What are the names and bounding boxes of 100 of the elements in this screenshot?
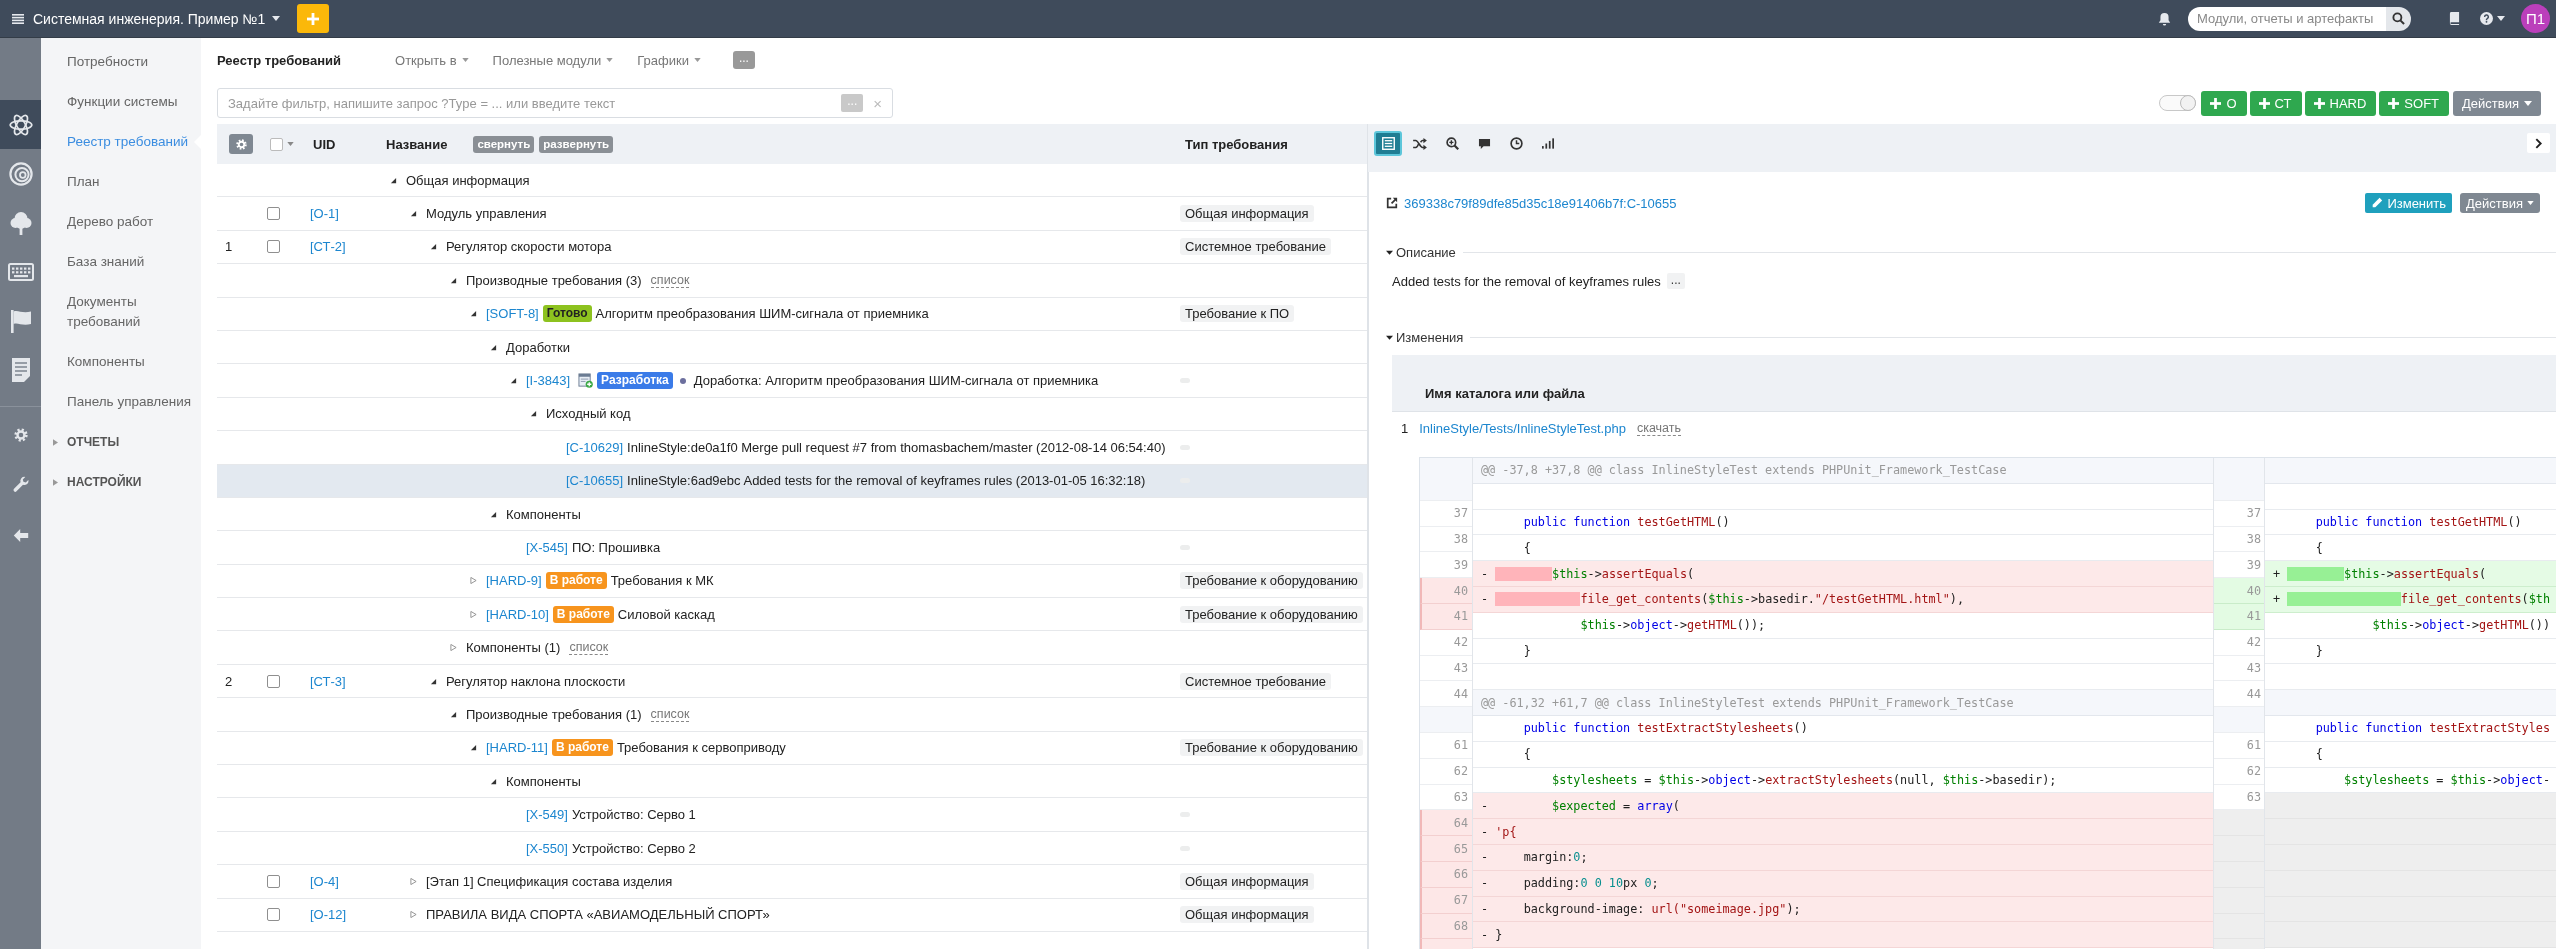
item-link[interactable]: [I-3843] [526,373,571,389]
tree-toggle-icon[interactable] [470,310,477,318]
table-row[interactable]: Производные требования (1) список [217,698,1367,732]
expand-all-button[interactable]: развернуть [539,135,614,153]
row-checkbox[interactable] [267,240,280,254]
table-row[interactable]: Производные требования (3) список [217,264,1367,298]
item-link[interactable]: [C-10655] [566,473,624,489]
table-row[interactable]: Исходный код [217,397,1367,432]
disclosure-triangle-icon[interactable] [53,438,58,446]
edit-button[interactable]: Изменить [2365,193,2453,213]
table-row[interactable]: [HARD-9] В работе Требования к МК Требование к оборудованию [217,564,1367,599]
download-link[interactable]: скачать [1636,421,1681,436]
commit-link[interactable]: 369338c79f89dfe85d35c18e91406b7f:C-10655 [1404,195,1677,211]
table-row[interactable]: [C-10655] InlineStyle:6ad9ebc Added tests for the removal of keyframes rules (2013-01-05 16:32:18) [217,464,1367,498]
help-icon[interactable] [2480,12,2493,25]
more-button[interactable]: ... [1666,273,1685,289]
dropdown-menu[interactable]: Графики [637,52,701,68]
tree-toggle-icon[interactable] [530,410,537,418]
item-link[interactable]: [SOFT-8] [486,306,539,322]
table-row[interactable]: Доработки [217,330,1367,365]
table-row[interactable]: [C-10629] InlineStyle:de0a1f0 Merge pull request #7 from thomasbachem/master (2012-08-14 06:54:40) [217,431,1367,465]
table-row[interactable]: Компоненты (1) список [217,631,1367,665]
tree-toggle-icon[interactable] [450,276,457,284]
list-link[interactable]: список [650,706,690,722]
table-row[interactable]: [HARD-10] В работе Силовой каскад Требование к оборудованию [217,598,1367,632]
item-link[interactable]: [X-550] [526,840,568,856]
next-button[interactable] [2527,133,2550,153]
menu-group[interactable]: ОТЧЕТЫ [67,435,120,449]
table-row[interactable]: [О-4] [Этап 1] Спецификация состава изделия Общая информация [217,865,1367,899]
item-link[interactable]: [HARD-10] [486,606,549,622]
disclosure-triangle-icon[interactable] [53,478,58,486]
menu-item[interactable]: Потребности [41,42,201,82]
table-row[interactable]: [О-1] Модуль управления Общая информация [217,197,1367,231]
uid-link[interactable]: [СТ-3] [310,673,346,689]
tree-toggle-icon[interactable] [490,343,497,351]
tree-toggle-icon[interactable] [410,911,417,919]
table-settings-button[interactable] [229,134,253,154]
tree-toggle-icon[interactable] [470,744,477,752]
toggle-switch[interactable] [2159,95,2197,111]
section-caret-icon[interactable] [1386,333,1393,341]
actions-button[interactable]: Действия [2460,193,2540,213]
collapse-all-button[interactable]: свернуть [473,135,535,153]
uid-link[interactable]: [О-12] [310,907,347,923]
table-row[interactable]: [X-545] ПО: Прошивка [217,531,1367,565]
tree-toggle-icon[interactable] [470,577,477,585]
section-title[interactable]: Изменения [1396,329,1464,345]
section-caret-icon[interactable] [1386,248,1393,256]
tree-toggle-icon[interactable] [450,644,457,652]
dropdown-menu[interactable]: Открыть в [395,52,469,68]
add-button[interactable] [297,4,330,33]
menu-item[interactable]: Документы требований [41,282,201,342]
create-button[interactable]: О [2201,90,2247,116]
table-row[interactable]: [X-549] Устройство: Серво 1 [217,798,1367,832]
uid-link[interactable]: [О-4] [310,873,339,889]
table-row[interactable]: Компоненты [217,765,1367,799]
more-button[interactable]: ... [732,51,755,69]
tree-toggle-icon[interactable] [390,176,397,184]
row-checkbox[interactable] [267,874,280,888]
list-link[interactable]: список [569,640,609,656]
table-row[interactable]: [X-550] Устройство: Серво 2 [217,831,1367,866]
uid-link[interactable]: [СТ-2] [310,239,346,255]
search-button[interactable] [2386,6,2411,31]
caret-icon[interactable] [2497,16,2505,21]
create-button[interactable]: СТ [2249,90,2302,116]
table-row[interactable]: 2 [СТ-3] Регулятор наклона плоскости Системное требование [217,664,1367,699]
external-link-icon[interactable] [1386,197,1398,209]
table-row[interactable]: [HARD-11] В работе Требования к сервоприводу Требование к оборудованию [217,731,1367,766]
row-checkbox[interactable] [267,908,280,922]
module-button[interactable] [0,100,41,149]
tree-toggle-icon[interactable] [410,877,417,885]
item-link[interactable]: [X-545] [526,540,568,555]
tree-toggle-icon[interactable] [410,210,417,218]
create-button[interactable]: HARD [2304,90,2377,116]
item-link[interactable]: [HARD-9] [486,573,542,589]
row-checkbox[interactable] [267,674,280,688]
create-button[interactable]: SOFT [2379,90,2450,116]
select-all-checkbox[interactable] [270,137,283,151]
table-row[interactable]: Общая информация [217,164,1367,198]
tree-toggle-icon[interactable] [470,610,477,618]
user-avatar[interactable]: П1 [2521,4,2550,33]
table-row[interactable]: [SOFT-8] Готово Алгоритм преобразования ШИМ-сигнала от приемника Требование к ПО [217,297,1367,331]
tree-toggle-icon[interactable] [490,510,497,518]
table-row[interactable]: [I-3843] Разработка Доработка: Алгоритм преобразования ШИМ-сигнала от приемника [217,364,1367,398]
caret-icon[interactable] [287,142,294,146]
menu-item[interactable]: План [41,162,201,202]
item-link[interactable]: [HARD-11] [486,740,548,756]
bell-icon[interactable] [2158,11,2171,26]
uid-link[interactable]: [О-1] [310,206,339,222]
actions-button[interactable]: Действия [2453,90,2541,116]
menu-item[interactable]: База знаний [41,242,201,282]
book-icon[interactable] [2449,12,2460,25]
tree-toggle-icon[interactable] [450,710,457,718]
file-link[interactable]: InlineStyle/Tests/InlineStyleTest.php [1419,421,1626,436]
table-row[interactable]: [О-12] ПРАВИЛА ВИДА СПОРТА «АВИАМОДЕЛЬНЫЙ СПОРТ» Общая информация [217,898,1367,932]
menu-item[interactable]: Реестр требований [41,122,201,162]
list-link[interactable]: список [650,272,690,288]
menu-icon[interactable] [12,13,24,24]
search-field[interactable]: Модули, отчеты и артефакты [2188,6,2386,31]
menu-item[interactable]: Компоненты [41,342,201,382]
item-link[interactable]: [C-10629] [566,439,624,455]
